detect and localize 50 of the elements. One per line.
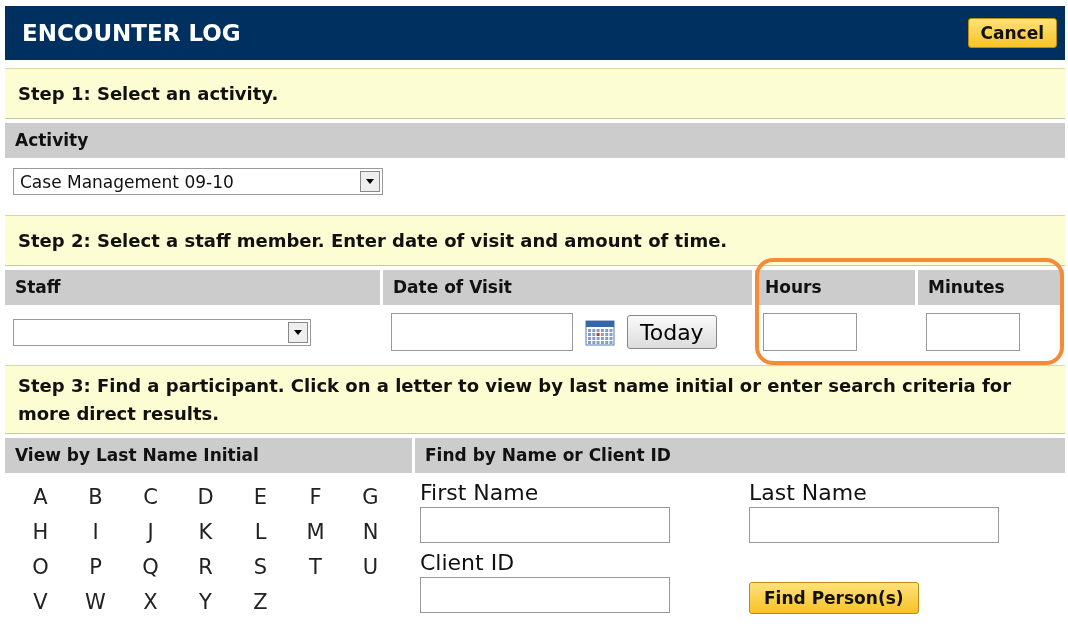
field-label: First Name (420, 479, 539, 507)
minutes-field[interactable] (926, 313, 1020, 351)
letter-link[interactable]: W (68, 588, 123, 616)
column-header: Find by Name or Client ID (415, 438, 1065, 473)
letter-link[interactable]: K (178, 518, 233, 546)
hours-field[interactable] (763, 313, 857, 351)
letter-link[interactable]: Q (123, 553, 178, 581)
column-header: Staff (5, 270, 380, 305)
letter-link[interactable]: Y (178, 588, 233, 616)
dropdown-field[interactable]: Case Management 09-10 (13, 168, 383, 195)
input-field[interactable] (420, 576, 670, 613)
letter-link[interactable]: M (288, 518, 343, 546)
letter-link[interactable]: C (123, 483, 178, 511)
letter-link[interactable]: U (343, 553, 398, 581)
letter-link[interactable]: X (123, 588, 178, 616)
letter-link[interactable]: F (288, 483, 343, 511)
column-header: Activity (5, 123, 1065, 158)
letter-link[interactable]: Z (233, 588, 288, 616)
cancel-button[interactable]: Cancel (967, 18, 1057, 48)
input-field[interactable] (420, 507, 670, 543)
letter-link[interactable]: S (233, 553, 288, 581)
dropdown-field[interactable] (13, 318, 311, 346)
date-field[interactable] (391, 313, 573, 351)
step-instruction: Step 2: Select a staff member. Enter date of visit and amount of time. (18, 230, 728, 251)
letter-link[interactable]: R (178, 553, 233, 581)
letter-link[interactable]: J (123, 518, 178, 546)
letter-link[interactable]: L (233, 518, 288, 546)
letter-link[interactable]: P (68, 553, 123, 581)
page-title: ENCOUNTER LOG (22, 20, 241, 46)
find-button[interactable]: Find Person(s) (749, 582, 919, 614)
field-label: Last Name (749, 479, 867, 507)
letter-link[interactable]: H (13, 518, 68, 546)
letter-link[interactable]: G (343, 483, 398, 511)
calendar-icon[interactable] (585, 318, 615, 346)
today-button[interactable]: Today (627, 315, 717, 349)
column-header: View by Last Name Initial (5, 438, 412, 473)
letter-link[interactable]: V (13, 588, 68, 616)
input-field[interactable] (749, 507, 999, 543)
letter-link[interactable]: I (68, 518, 123, 546)
column-header: Date of Visit (383, 270, 752, 305)
letter-link[interactable]: E (233, 483, 288, 511)
letter-link[interactable]: A (13, 483, 68, 511)
field-label: Client ID (420, 548, 515, 577)
step-instruction: Step 1: Select an activity. (18, 83, 279, 104)
letter-link[interactable]: B (68, 483, 123, 511)
letter-link[interactable]: N (343, 518, 398, 546)
letter-link[interactable]: D (178, 483, 233, 511)
letter-link[interactable]: O (13, 553, 68, 581)
letter-link[interactable]: T (288, 553, 343, 581)
step-instruction: Step 3: Find a participant. Click on a letter to view by last name initial or enter search criteria for more direct results. (18, 374, 1013, 426)
